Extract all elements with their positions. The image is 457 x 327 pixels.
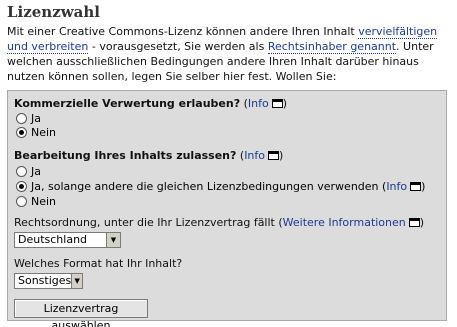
jurisdiction-select-value: Deutschland (18, 233, 88, 246)
commercial-yes-option[interactable]: Ja (16, 112, 41, 125)
commercial-use-question: Kommerzielle Verwertung erlauben? (Info) (14, 96, 288, 110)
commercial-info-link[interactable]: Info (248, 97, 269, 110)
commercial-no-label: Nein (31, 126, 57, 139)
modification-no-option[interactable]: Nein (16, 195, 56, 208)
paren-close: ) (421, 180, 426, 193)
chevron-down-icon[interactable]: ▼ (106, 233, 120, 247)
modification-question-text: Bearbeitung Ihres Inhalts zulassen? (14, 149, 237, 162)
intro-part-2: - vorausgesetzt, Sie werden als (88, 40, 268, 53)
new-window-icon[interactable] (271, 96, 284, 108)
jurisdiction-select[interactable]: Deutschland ▼ (14, 232, 121, 248)
modification-yes-radio[interactable] (16, 166, 27, 177)
commercial-yes-label: Ja (31, 112, 41, 125)
jurisdiction-question-text: Rechtsordnung, unter die Ihr Lizenzvertr… (14, 216, 283, 229)
new-window-icon[interactable] (410, 179, 423, 191)
sharealike-info-link[interactable]: Info (386, 180, 407, 193)
intro-part-1: Mit einer Creative Commons-Lizenz können… (7, 25, 359, 38)
paren-close: ) (279, 149, 284, 162)
new-window-icon[interactable] (408, 215, 421, 227)
modification-info-link[interactable]: Info (244, 149, 265, 162)
paren-open: ( (240, 97, 248, 110)
chevron-down-icon[interactable]: ▼ (71, 274, 82, 288)
page-title: Lizenzwahl (7, 3, 100, 21)
commercial-no-radio[interactable] (16, 127, 27, 138)
modification-no-label: Nein (31, 195, 57, 208)
format-select[interactable]: Sonstiges ▼ (14, 273, 83, 289)
modification-sharealike-option[interactable]: Ja, solange andere die gleichen Lizenzbe… (16, 179, 426, 193)
rights-holder-link[interactable]: Rechtsinhaber genannt (267, 40, 397, 54)
new-window-icon[interactable] (268, 148, 281, 160)
modification-question: Bearbeitung Ihres Inhalts zulassen? (Inf… (14, 148, 284, 162)
modification-no-radio[interactable] (16, 196, 27, 207)
commercial-no-option[interactable]: Nein (16, 126, 56, 139)
paren-close: ) (282, 97, 288, 110)
more-info-link[interactable]: Weitere Informationen (283, 216, 406, 229)
jurisdiction-question: Rechtsordnung, unter die Ihr Lizenzvertr… (14, 215, 425, 229)
format-question: Welches Format hat Ihr Inhalt? (14, 257, 183, 270)
license-options-panel: Kommerzielle Verwertung erlauben? (Info)… (7, 90, 447, 327)
format-select-value: Sonstiges (18, 274, 72, 287)
choose-license-button[interactable]: Lizenzvertrag auswählen (14, 299, 148, 327)
modification-yes-option[interactable]: Ja (16, 165, 41, 178)
paren-close: ) (419, 216, 425, 229)
modification-sharealike-label: Ja, solange andere die gleichen Lizenzbe… (31, 180, 387, 193)
commercial-yes-radio[interactable] (16, 113, 27, 124)
modification-yes-label: Ja (31, 165, 41, 178)
modification-sharealike-radio[interactable] (16, 181, 27, 192)
commercial-use-question-text: Kommerzielle Verwertung erlauben? (14, 97, 241, 110)
intro-text: Mit einer Creative Commons-Lizenz können… (7, 24, 453, 84)
